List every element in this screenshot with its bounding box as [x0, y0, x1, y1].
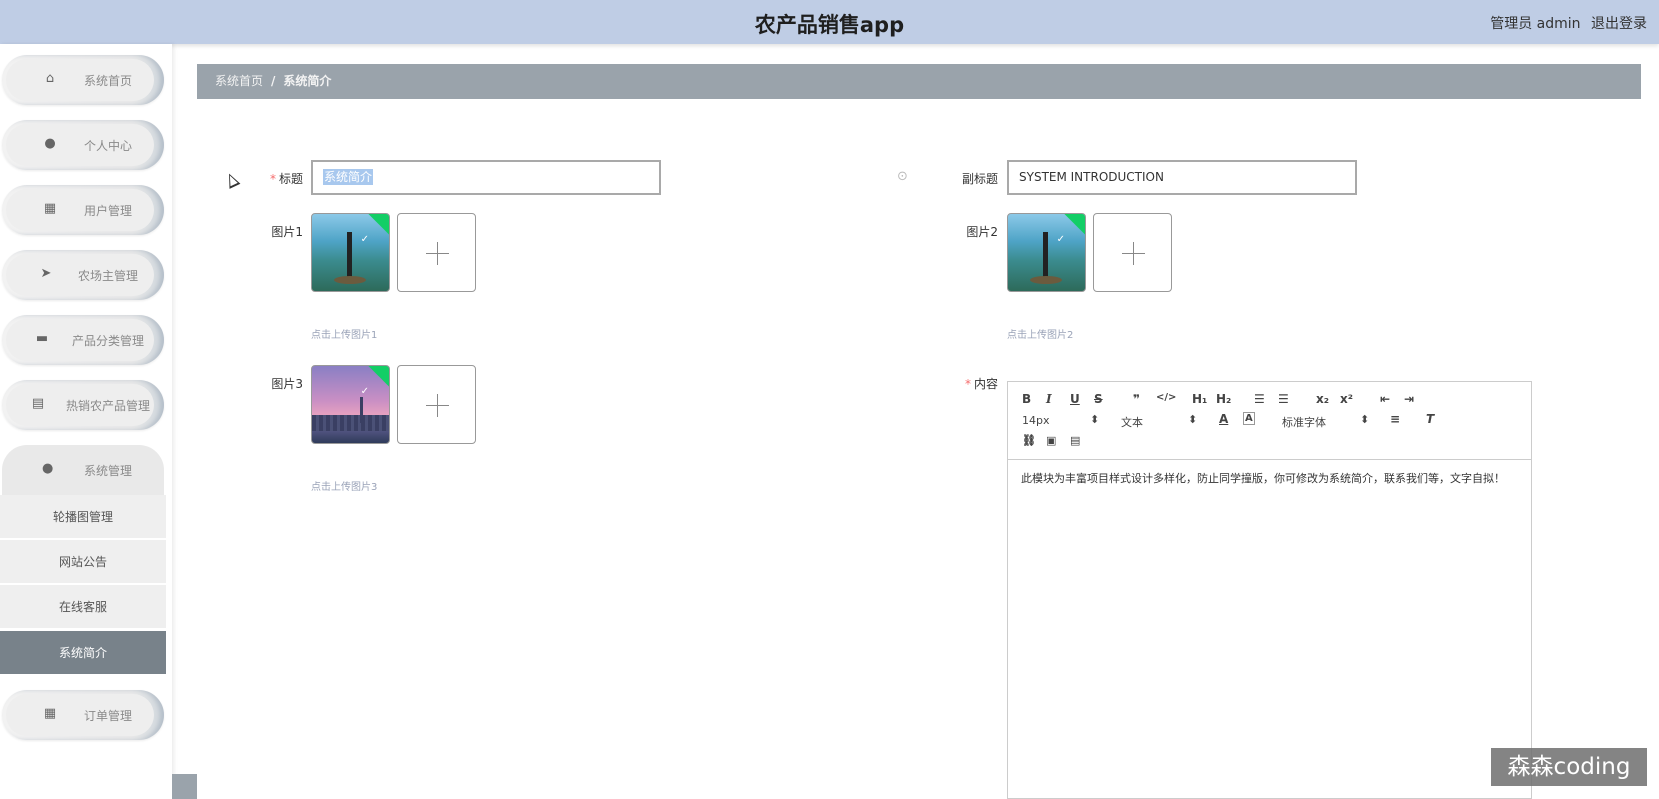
- image2-label: 图片2: [966, 225, 998, 239]
- sidebar-item-label: 个人中心: [83, 139, 132, 153]
- sidebar-item-label: 订单管理: [83, 709, 132, 723]
- image2-thumbnail[interactable]: ✓: [1007, 213, 1086, 292]
- superscript-icon[interactable]: x²: [1340, 392, 1353, 406]
- sidebar-item-label: 热销农产品管理: [65, 399, 150, 413]
- align-icon[interactable]: ≡: [1390, 412, 1400, 426]
- sidebar: ⌂ 系统首页 ● 个人中心 ▦ 用户管理 ➤ 农场主管理 ▬ 产品分类管理 ▤ …: [0, 44, 172, 799]
- content-label: * 内容: [964, 377, 998, 391]
- bullet-list-icon[interactable]: ☰: [1278, 392, 1289, 406]
- subtitle-label: 副标题: [961, 172, 998, 186]
- indent-icon[interactable]: ⇥: [1404, 392, 1414, 406]
- submenu-item-online-service[interactable]: 在线客服: [0, 585, 166, 629]
- font-size-select[interactable]: 14px: [1022, 414, 1050, 427]
- user-role: 管理员 admin: [1490, 16, 1581, 32]
- sidebar-item-label: 农场主管理: [77, 269, 138, 283]
- image3-thumbnail[interactable]: ✓: [311, 365, 390, 444]
- app-title: 农产品销售app: [754, 13, 905, 37]
- clear-format-icon[interactable]: T: [1426, 412, 1434, 426]
- video-icon[interactable]: ▤: [1070, 434, 1080, 447]
- submenu-item-carousel[interactable]: 轮播图管理: [0, 495, 166, 539]
- breadcrumb-current: 系统简介: [283, 74, 332, 88]
- image2-tip: 点击上传图片2: [1007, 330, 1074, 341]
- image2-upload-button[interactable]: [1093, 213, 1172, 292]
- image1-upload-button[interactable]: [397, 213, 476, 292]
- strike-icon[interactable]: S: [1094, 392, 1103, 406]
- outdent-icon[interactable]: ⇤: [1380, 392, 1390, 406]
- image3-upload-button[interactable]: [397, 365, 476, 444]
- mouse-cursor-icon: [223, 171, 241, 189]
- chevron-updown-icon: ⬍: [1188, 413, 1198, 426]
- top-bar: 农产品销售app 管理员 admin 退出登录: [0, 0, 1659, 44]
- sidebar-item-label: 系统首页: [83, 74, 132, 88]
- chevron-updown-icon: ⬍: [1090, 413, 1100, 426]
- sidebar-item-profile[interactable]: ● 个人中心: [2, 120, 164, 170]
- h2-icon[interactable]: H₂: [1216, 392, 1231, 406]
- check-icon: ✓: [360, 386, 369, 397]
- user-area: 管理员 admin 退出登录: [1484, 13, 1647, 33]
- sidebar-item-label: 产品分类管理: [71, 334, 144, 348]
- fade-overlay: [1530, 640, 1659, 740]
- italic-icon[interactable]: I: [1046, 392, 1052, 406]
- scroll-stub: [172, 774, 197, 799]
- image1-thumbnail[interactable]: ✓: [311, 213, 390, 292]
- breadcrumb-home[interactable]: 系统首页: [215, 74, 263, 88]
- rich-text-editor[interactable]: B I U S ❞ </> H₁ H₂ ☰ ☰ x₂ x² ⇤ ⇥ 14px ⬍…: [1007, 381, 1532, 799]
- clear-icon[interactable]: ⊙: [897, 169, 908, 184]
- logout-link[interactable]: 退出登录: [1591, 16, 1647, 32]
- sidebar-item-farmers[interactable]: ➤ 农场主管理: [2, 250, 164, 300]
- ordered-list-icon[interactable]: ☰: [1254, 392, 1265, 406]
- sidebar-item-orders[interactable]: ▦ 订单管理: [2, 690, 164, 740]
- sidebar-item-label: 系统管理: [83, 464, 132, 478]
- subscript-icon[interactable]: x₂: [1316, 392, 1329, 406]
- editor-content[interactable]: 此模块为丰富项目样式设计多样化，防止同学撞版，你可修改为系统简介，联系我们等，文…: [1021, 471, 1511, 487]
- sidebar-item-categories[interactable]: ▬ 产品分类管理: [2, 315, 164, 365]
- submenu-item-announcement[interactable]: 网站公告: [0, 540, 166, 584]
- sidebar-item-hot-products[interactable]: ▤ 热销农产品管理: [2, 380, 164, 430]
- breadcrumb-separator: /: [271, 74, 276, 88]
- image3-tip: 点击上传图片3: [311, 482, 378, 493]
- image3-label: 图片3: [271, 377, 303, 391]
- check-icon: ✓: [1056, 234, 1065, 245]
- bold-icon[interactable]: B: [1022, 392, 1031, 406]
- title-label: * 标题: [269, 172, 303, 186]
- title-input-value: 系统简介: [323, 169, 374, 185]
- watermark: 森森coding: [1491, 748, 1647, 786]
- underline-icon[interactable]: U: [1070, 392, 1080, 406]
- font-color-icon[interactable]: A: [1219, 412, 1228, 426]
- blockquote-icon[interactable]: ❞: [1133, 392, 1140, 406]
- code-icon[interactable]: </>: [1156, 392, 1176, 403]
- sidebar-item-label: 用户管理: [83, 204, 132, 218]
- chevron-updown-icon: ⬍: [1360, 413, 1370, 426]
- background-color-icon[interactable]: A: [1243, 412, 1255, 425]
- subtitle-input[interactable]: SYSTEM INTRODUCTION: [1007, 160, 1357, 195]
- image-icon[interactable]: ▣: [1046, 434, 1056, 447]
- sidebar-item-system[interactable]: ● 系统管理: [2, 445, 164, 495]
- block-type-select[interactable]: 文本: [1121, 414, 1143, 430]
- sidebar-item-users[interactable]: ▦ 用户管理: [2, 185, 164, 235]
- check-icon: ✓: [360, 234, 369, 245]
- editor-toolbar: B I U S ❞ </> H₁ H₂ ☰ ☰ x₂ x² ⇤ ⇥ 14px ⬍…: [1008, 382, 1531, 460]
- submenu-item-system-intro[interactable]: 系统简介: [0, 631, 166, 675]
- breadcrumb: 系统首页 / 系统简介: [197, 64, 1641, 99]
- image1-label: 图片1: [271, 225, 303, 239]
- sidebar-item-home[interactable]: ⌂ 系统首页: [2, 55, 164, 105]
- image1-tip: 点击上传图片1: [311, 330, 378, 341]
- h1-icon[interactable]: H₁: [1192, 392, 1207, 406]
- title-input[interactable]: 系统简介: [311, 160, 661, 195]
- link-icon[interactable]: ⛓: [1022, 434, 1036, 447]
- font-family-select[interactable]: 标准字体: [1282, 414, 1326, 430]
